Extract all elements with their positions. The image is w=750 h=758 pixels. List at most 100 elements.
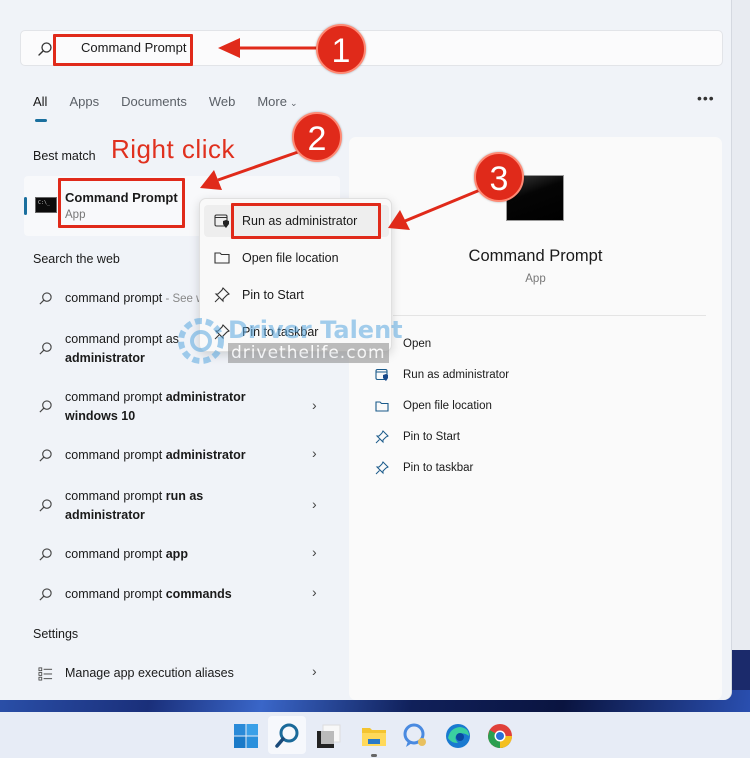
action-label: Pin to taskbar <box>403 462 474 474</box>
action-label: Open <box>403 338 432 350</box>
search-icon <box>39 400 52 413</box>
search-icon <box>39 342 52 355</box>
step-badge-2: 2 <box>292 112 342 162</box>
ctx-open-file-location[interactable]: Open file location <box>204 242 389 274</box>
pin-icon <box>214 324 230 340</box>
web-result[interactable]: command prompt administrator windows 10 › <box>38 388 338 428</box>
action-label: Open file location <box>403 400 492 412</box>
chevron-right-icon[interactable]: › <box>312 663 317 679</box>
action-open-file-location[interactable]: Open file location <box>375 399 492 413</box>
result-bold: commands <box>165 587 232 601</box>
filter-tabs: All Apps Documents Web More ⌄ <box>33 94 320 122</box>
search-icon[interactable] <box>273 722 301 750</box>
search-icon <box>39 548 52 561</box>
task-view-icon[interactable] <box>314 722 342 750</box>
folder-icon <box>214 252 230 264</box>
cmd-icon: C:\_ <box>35 197 57 213</box>
result-bold: windows 10 <box>65 409 136 423</box>
result-text: command prompt <box>65 547 166 561</box>
action-pin-to-start[interactable]: Pin to Start <box>375 430 460 444</box>
result-bold: app <box>165 547 188 561</box>
folder-icon[interactable] <box>360 722 388 750</box>
shield-window-icon <box>214 214 229 228</box>
search-web-heading: Search the web <box>33 252 120 266</box>
search-icon <box>39 499 52 512</box>
action-pin-to-taskbar[interactable]: Pin to taskbar <box>375 461 473 475</box>
settings-heading: Settings <box>33 627 79 641</box>
detail-subtitle: App <box>525 273 546 285</box>
web-result[interactable]: command prompt run as administrator › <box>38 487 338 527</box>
tab-apps[interactable]: Apps <box>69 94 99 109</box>
web-result[interactable]: command prompt administrator › <box>38 445 338 468</box>
detail-pane: Command Prompt App Open Run as administr… <box>349 137 722 700</box>
chevron-right-icon[interactable]: › <box>312 584 317 600</box>
settings-item[interactable]: Manage app execution aliases › <box>38 663 338 686</box>
chevron-right-icon[interactable]: › <box>312 496 317 512</box>
ctx-item-label: Pin to Start <box>242 288 304 302</box>
settings-item-label: Manage app execution aliases <box>65 666 234 680</box>
result-text: command prompt <box>65 291 163 305</box>
tab-more[interactable]: More ⌄ <box>257 94 297 109</box>
web-result[interactable]: command prompt commands › <box>38 584 338 607</box>
action-run-as-admin[interactable]: Run as administrator <box>375 368 509 382</box>
right-click-annotation: Right click <box>111 134 235 164</box>
context-menu: Run as administrator Open file location … <box>199 198 392 352</box>
pin-icon <box>214 287 230 303</box>
ctx-item-label: Run as administrator <box>242 214 358 228</box>
action-label: Pin to Start <box>403 431 460 443</box>
search-icon <box>39 449 52 462</box>
chevron-right-icon[interactable]: › <box>312 544 317 560</box>
result-text: command prompt <box>65 448 166 462</box>
result-bold: administrator <box>65 351 145 365</box>
background-strip <box>732 0 750 650</box>
folder-icon <box>375 401 389 412</box>
chat-icon[interactable] <box>402 722 430 750</box>
chevron-right-icon[interactable]: › <box>312 445 317 461</box>
best-match-subtitle: App <box>65 209 86 221</box>
chevron-down-icon: ⌄ <box>289 98 298 108</box>
tab-web[interactable]: Web <box>209 94 236 109</box>
ctx-item-label: Pin to taskbar <box>242 325 319 339</box>
chrome-icon[interactable] <box>486 722 514 750</box>
ctx-item-label: Open file location <box>242 251 339 265</box>
search-box[interactable] <box>20 30 723 66</box>
result-text: command prompt <box>65 390 166 404</box>
result-text: command prompt as <box>65 332 179 346</box>
running-indicator <box>371 754 377 757</box>
search-panel: All Apps Documents Web More⌄ ••• Best ma… <box>0 0 732 700</box>
search-icon <box>39 588 52 601</box>
list-settings-icon <box>38 667 53 681</box>
selection-indicator <box>24 197 27 215</box>
ellipsis-icon[interactable]: ••• <box>697 90 715 106</box>
result-bold: administrator <box>165 390 246 404</box>
best-match-heading: Best match <box>33 149 96 163</box>
action-label: Run as administrator <box>403 369 510 381</box>
edge-icon[interactable] <box>444 722 472 750</box>
search-icon <box>39 292 52 305</box>
tab-more-label: More <box>257 94 287 109</box>
chevron-right-icon[interactable]: › <box>312 397 317 413</box>
result-bold: administrator <box>165 448 246 462</box>
best-match-title: Command Prompt <box>65 190 178 205</box>
taskbar <box>0 712 750 758</box>
windows-logo-icon[interactable] <box>232 722 260 750</box>
tab-documents[interactable]: Documents <box>121 94 187 109</box>
result-text: command prompt <box>65 489 166 503</box>
search-icon <box>38 42 52 56</box>
step-badge-1: 1 <box>316 24 366 74</box>
pin-icon <box>375 461 389 475</box>
step-badge-3: 3 <box>474 152 524 202</box>
detail-title: Command Prompt <box>468 247 603 265</box>
ctx-run-as-admin[interactable]: Run as administrator <box>204 205 389 237</box>
result-bold: administrator <box>65 508 145 522</box>
divider <box>393 315 706 316</box>
shield-window-icon <box>375 368 388 381</box>
web-result[interactable]: command prompt app › <box>38 544 338 567</box>
ctx-pin-to-start[interactable]: Pin to Start <box>204 279 389 311</box>
result-text: command prompt <box>65 587 166 601</box>
tab-all[interactable]: All <box>33 94 48 122</box>
pin-icon <box>375 430 389 444</box>
result-bold: run as <box>165 489 204 503</box>
search-input[interactable] <box>81 40 211 55</box>
ctx-pin-to-taskbar[interactable]: Pin to taskbar <box>204 316 389 348</box>
